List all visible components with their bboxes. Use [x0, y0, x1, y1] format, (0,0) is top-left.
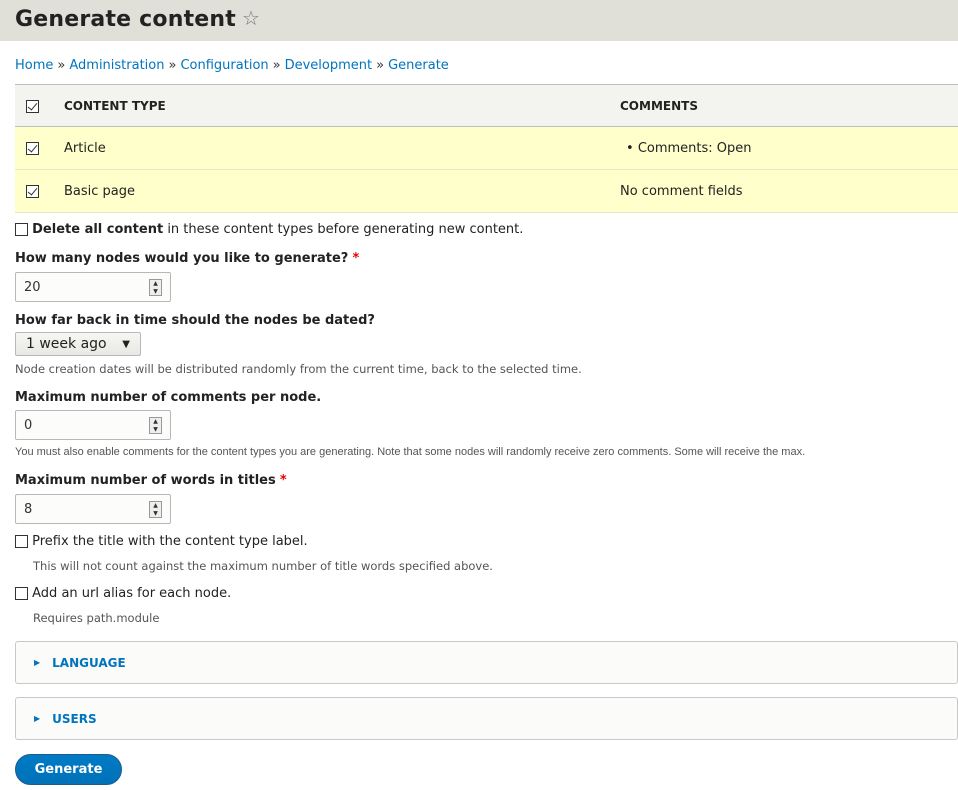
dated-label: How far back in time should the nodes be…: [15, 313, 375, 328]
alias-label: Add an url alias for each node.: [32, 586, 232, 601]
content-type-table: CONTENT TYPE COMMENTS Article Comments: …: [15, 84, 958, 213]
page-title: Generate content: [15, 7, 236, 32]
header-content-type: CONTENT TYPE: [63, 84, 619, 127]
language-summary[interactable]: LANGUAGE: [52, 656, 126, 670]
breadcrumb: Home» Administration» Configuration» Develo…: [15, 58, 449, 73]
alias-description: Requires path.module: [33, 611, 160, 625]
users-details[interactable]: ▶ USERS: [15, 697, 958, 740]
expand-triangle-icon: ▶: [34, 658, 41, 667]
breadcrumb-generate[interactable]: Generate: [388, 58, 449, 73]
comments-description: You must also enable comments for the co…: [15, 446, 806, 458]
comments-status: No comment fields: [619, 169, 958, 213]
dated-description: Node creation dates will be distributed …: [15, 362, 582, 376]
comments-label: Maximum number of comments per node.: [15, 390, 322, 405]
header-comments: COMMENTS: [619, 84, 958, 127]
language-details[interactable]: ▶ LANGUAGE: [15, 641, 958, 684]
spinner-icon[interactable]: ▲ ▼: [149, 416, 162, 434]
spinner-icon[interactable]: ▲ ▼: [149, 500, 162, 518]
row-checkbox-basic-page[interactable]: [26, 184, 39, 198]
required-marker: *: [279, 473, 287, 488]
nodes-value: 20: [24, 279, 41, 295]
words-label: Maximum number of words in titles: [15, 473, 276, 488]
dated-select[interactable]: 1 week ago ▼: [15, 332, 141, 356]
dated-value: 1 week ago: [26, 336, 107, 352]
table-header: CONTENT TYPE COMMENTS: [15, 84, 958, 127]
comments-input[interactable]: 0 ▲ ▼: [15, 410, 171, 440]
select-all-checkbox[interactable]: [26, 99, 39, 113]
table-row: Article Comments: Open: [15, 126, 958, 170]
nodes-input[interactable]: 20 ▲ ▼: [15, 272, 171, 302]
users-summary[interactable]: USERS: [52, 712, 96, 726]
prefix-label: Prefix the title with the content type l…: [32, 534, 308, 549]
prefix-option[interactable]: Prefix the title with the content type l…: [15, 534, 308, 549]
delete-all-label: in these content types before generating…: [163, 222, 524, 237]
page-header: Generate content ☆: [0, 0, 958, 41]
content-type-name: Basic page: [63, 169, 619, 213]
alias-checkbox[interactable]: [15, 587, 28, 600]
words-input[interactable]: 8 ▲ ▼: [15, 494, 171, 524]
expand-triangle-icon: ▶: [34, 714, 41, 723]
alias-option[interactable]: Add an url alias for each node.: [15, 586, 231, 601]
comments-status: Comments: Open: [626, 141, 957, 156]
content-type-name: Article: [63, 126, 619, 170]
breadcrumb-configuration[interactable]: Configuration: [180, 58, 268, 73]
row-checkbox-article[interactable]: [26, 141, 39, 155]
breadcrumb-development[interactable]: Development: [285, 58, 373, 73]
words-value: 8: [24, 501, 33, 517]
dropdown-arrow-icon: ▼: [122, 338, 130, 350]
generate-button[interactable]: Generate: [15, 754, 122, 785]
prefix-description: This will not count against the maximum …: [33, 559, 493, 573]
nodes-label: How many nodes would you like to generat…: [15, 251, 349, 266]
required-marker: *: [352, 251, 360, 266]
breadcrumb-administration[interactable]: Administration: [69, 58, 164, 73]
delete-all-checkbox[interactable]: [15, 223, 28, 236]
comments-value: 0: [24, 417, 33, 433]
spinner-icon[interactable]: ▲ ▼: [149, 278, 162, 296]
delete-all-option[interactable]: Delete all content in these content type…: [15, 222, 523, 237]
table-row: Basic page No comment fields: [15, 169, 958, 213]
breadcrumb-home[interactable]: Home: [15, 58, 53, 73]
delete-all-label-bold: Delete all content: [32, 222, 164, 237]
star-icon[interactable]: ☆: [242, 6, 260, 30]
prefix-checkbox[interactable]: [15, 535, 28, 548]
